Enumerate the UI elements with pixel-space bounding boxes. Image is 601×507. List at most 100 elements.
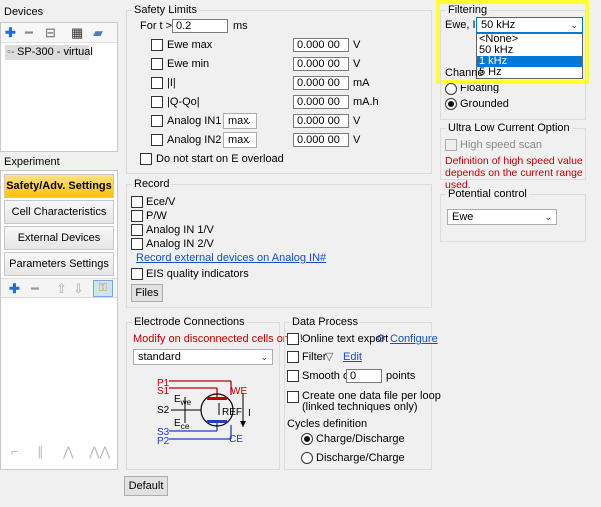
data-process-title: Data Process: [290, 316, 361, 329]
record-power-label: P/W: [146, 210, 167, 222]
default-button[interactable]: Default: [124, 476, 168, 496]
current-checkbox[interactable]: [151, 77, 163, 89]
ulc-definition: Definition of high speed value depends o…: [445, 155, 583, 191]
files-button[interactable]: Files: [131, 284, 163, 302]
for-unit: ms: [233, 20, 248, 32]
record-power-checkbox[interactable]: [131, 210, 143, 222]
configure-link[interactable]: Configure: [390, 333, 438, 346]
loop-pause-icon[interactable]: ∥: [37, 445, 44, 459]
for-label: For t >: [140, 20, 173, 32]
analog-in1-input[interactable]: 0.000 00: [293, 114, 349, 128]
filtering-dropdown: <None> 50 kHz 1 kHz 5 Hz: [476, 33, 583, 79]
floating-label: Floating: [460, 85, 500, 93]
smooth-checkbox[interactable]: [287, 370, 299, 382]
grid-icon[interactable]: ▦: [71, 26, 83, 40]
record-ece-checkbox[interactable]: [131, 196, 143, 208]
floating-radio[interactable]: [445, 83, 457, 95]
one-file-checkbox[interactable]: [287, 391, 299, 403]
current-input[interactable]: 0.000 00: [293, 76, 349, 90]
ewe-filter-label: Ewe, I: [445, 19, 476, 31]
record-external-link[interactable]: Record external devices on Analog IN#: [136, 252, 326, 265]
electrode-title: Electrode Connections: [132, 316, 247, 329]
safety-limits-title: Safety Limits: [132, 4, 199, 17]
ewe-max-label: Ewe max: [167, 39, 213, 51]
remove-technique-icon[interactable]: ━: [31, 282, 39, 296]
no-start-overload-checkbox[interactable]: [140, 153, 152, 165]
ewe-subscript: we: [180, 397, 192, 407]
chevron-down-icon: ⌄: [244, 135, 252, 145]
charge-checkbox[interactable]: [151, 96, 163, 108]
eis-quality-label: EIS quality indicators: [146, 268, 249, 280]
chevron-down-icon: ⌄: [244, 116, 252, 126]
no-start-overload-label: Do not start on E overload: [156, 153, 284, 165]
potential-select-value: Ewe: [452, 211, 474, 223]
ewe-min-checkbox[interactable]: [151, 58, 163, 70]
ewe-max-input[interactable]: 0.000 00: [293, 38, 349, 52]
online-export-checkbox[interactable]: [287, 333, 299, 345]
experiment-panel: Safety/Adv. Settings Cell Characteristic…: [0, 170, 118, 470]
tab-safety-settings[interactable]: Safety/Adv. Settings: [4, 174, 114, 198]
electrode-select[interactable]: standard ⌄: [133, 349, 273, 365]
device-item[interactable]: ◦- SP-300 - virtual: [5, 45, 93, 60]
electrode-warning: Modify on disconnected cells only !: [133, 333, 303, 345]
filtering-select[interactable]: 50 kHz ⌄: [476, 17, 583, 33]
key-icon[interactable]: ⚿: [93, 280, 113, 297]
potential-select[interactable]: Ewe ⌄: [447, 209, 557, 225]
folder-icon[interactable]: ▰: [93, 26, 103, 40]
analog-in1-select[interactable]: max ⌄: [223, 113, 257, 129]
filter-label: Filter: [302, 351, 327, 363]
network-icon[interactable]: ⊟: [45, 26, 56, 40]
charge-discharge-radio[interactable]: [301, 433, 313, 445]
tab-cell-characteristics[interactable]: Cell Characteristics: [4, 200, 114, 224]
analog-in1-label: Analog IN1: [167, 115, 222, 127]
smooth-points-input[interactable]: 0: [346, 369, 382, 383]
analog-in1-checkbox[interactable]: [151, 115, 163, 127]
tab-external-devices[interactable]: External Devices: [4, 226, 114, 250]
analog-in2-input[interactable]: 0.000 00: [293, 133, 349, 147]
filtering-select-value: 50 kHz: [481, 19, 516, 31]
ewe-min-input[interactable]: 0.000 00: [293, 57, 349, 71]
move-up-icon[interactable]: ⇧: [56, 282, 67, 296]
funnel-icon: ▽: [325, 351, 334, 363]
record-analog1-checkbox[interactable]: [131, 224, 143, 236]
diagram-current: I: [248, 408, 251, 419]
chevron-down-icon: ⌄: [544, 212, 552, 222]
filter-option-5hz[interactable]: 5 Hz: [477, 67, 582, 78]
record-analog1-label: Analog IN 1/V: [146, 224, 214, 236]
record-analog2-checkbox[interactable]: [131, 238, 143, 250]
eis-quality-checkbox[interactable]: [131, 268, 143, 280]
discharge-charge-label: Discharge/Charge: [316, 452, 405, 464]
ewe-max-unit: V: [353, 39, 361, 51]
add-device-icon[interactable]: ✚: [5, 26, 16, 40]
add-technique-icon[interactable]: ✚: [9, 282, 20, 296]
loop-next-icon[interactable]: ⋀: [63, 445, 74, 459]
for-time-input[interactable]: 0.2: [172, 19, 228, 33]
record-analog2-label: Analog IN 2/V: [146, 238, 214, 250]
diagram-ece: Ece: [174, 417, 189, 433]
charge-unit: mA.h: [353, 96, 379, 108]
ewe-min-label: Ewe min: [167, 58, 210, 70]
loop-end-icon[interactable]: ⋀⋀: [89, 445, 110, 459]
analog-in2-select[interactable]: max ⌄: [223, 132, 257, 148]
loop-start-icon[interactable]: ⌐: [11, 445, 19, 459]
remove-device-icon[interactable]: ━: [25, 26, 33, 40]
discharge-charge-radio[interactable]: [301, 452, 313, 464]
high-speed-checkbox[interactable]: [445, 139, 457, 151]
electrode-select-value: standard: [138, 351, 181, 363]
analog-in2-checkbox[interactable]: [151, 134, 163, 146]
record-group: Record Ece/V P/W Analog IN 1/V Analog IN…: [126, 178, 432, 308]
chevron-down-icon: ⌄: [570, 20, 578, 30]
diagram-s1: S1: [157, 386, 170, 397]
filter-checkbox[interactable]: [287, 351, 299, 363]
loop-toolbar: ⌐ ∥ ⋀ ⋀⋀: [1, 439, 117, 469]
move-down-icon[interactable]: ⇩: [73, 282, 84, 296]
charge-input[interactable]: 0.000 00: [293, 95, 349, 109]
cycles-definition-title: Cycles definition: [287, 418, 368, 430]
tab-parameters-settings[interactable]: Parameters Settings: [4, 252, 114, 276]
charge-label: |Q-Qo|: [167, 96, 200, 108]
ewe-max-checkbox[interactable]: [151, 39, 163, 51]
configure-icon: ⚙: [376, 333, 386, 345]
safety-limits-group: Safety Limits For t > 0.2 ms Ewe max 0.0…: [126, 4, 432, 174]
edit-filter-link[interactable]: Edit: [343, 351, 362, 364]
grounded-radio[interactable]: [445, 98, 457, 110]
